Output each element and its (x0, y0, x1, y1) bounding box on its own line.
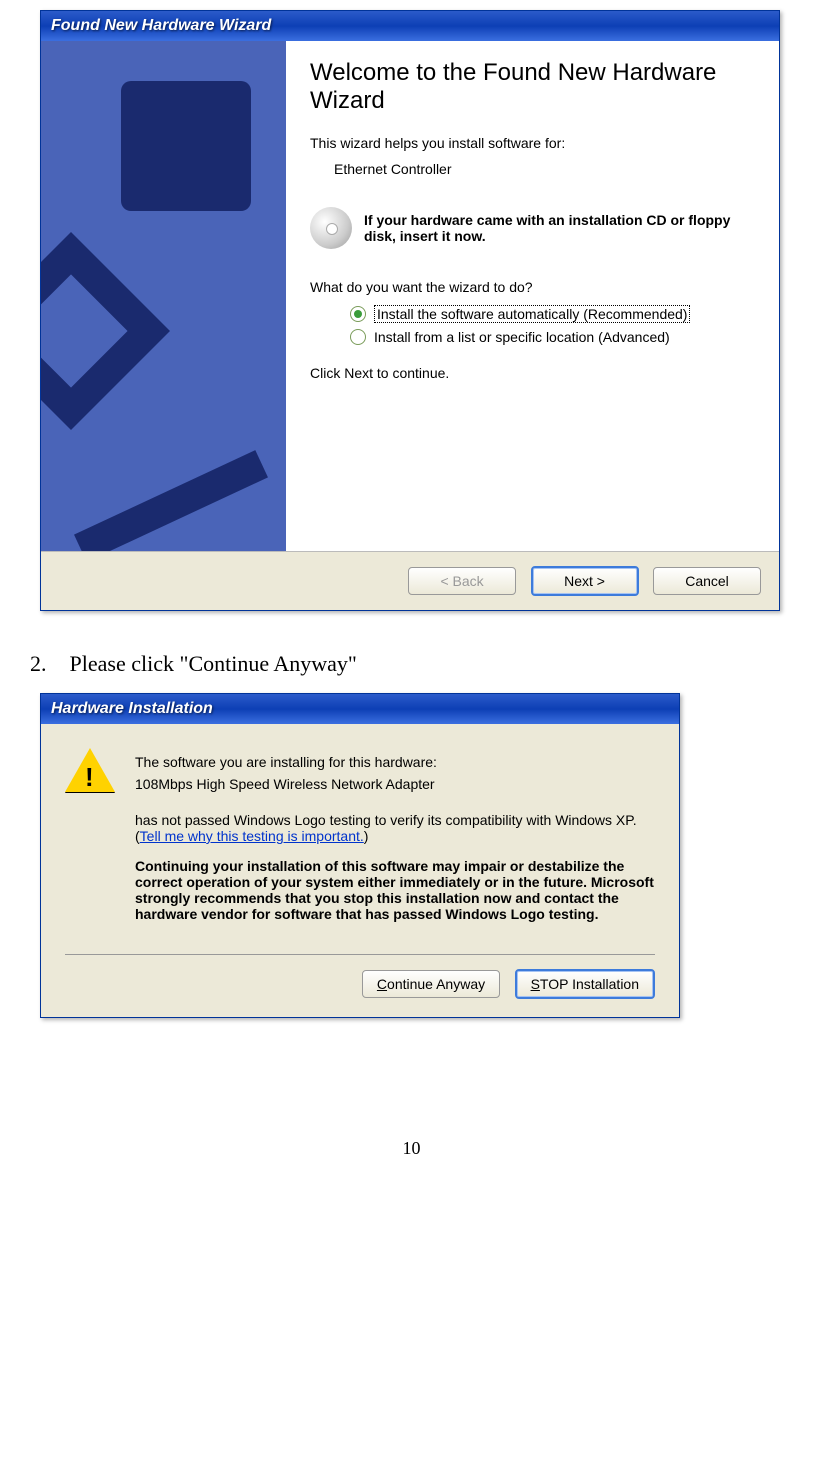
radio-group: Install the software automatically (Reco… (350, 305, 755, 345)
step2-text: Please click "Continue Anyway" (70, 651, 357, 676)
stop-installation-button[interactable]: STOP Installation (515, 969, 655, 999)
install-button-bar: Continue Anyway STOP Installation (65, 954, 655, 1017)
why-testing-link[interactable]: Tell me why this testing is important. (140, 828, 364, 844)
dialog2-title: Hardware Installation (51, 700, 213, 717)
radio-option-list[interactable]: Install from a list or specific location… (350, 329, 755, 345)
wizard-body: Welcome to the Found New Hardware Wizard… (41, 41, 779, 551)
page-number: 10 (40, 1138, 783, 1179)
dialog1-title: Found New Hardware Wizard (51, 17, 271, 34)
warning-icon (65, 748, 115, 798)
radio-icon (350, 329, 366, 345)
compat-text-b: ) (364, 828, 369, 844)
wizard-intro: This wizard helps you install software f… (310, 135, 755, 151)
cd-icon (310, 207, 352, 249)
back-button[interactable]: < Back (408, 567, 516, 595)
cancel-button[interactable]: Cancel (653, 567, 761, 595)
dialog2-titlebar[interactable]: Hardware Installation (41, 694, 679, 724)
cd-prompt-row: If your hardware came with an installati… (310, 207, 755, 249)
continue-hint: Click Next to continue. (310, 365, 755, 381)
wizard-question: What do you want the wizard to do? (310, 279, 755, 295)
dialog1-titlebar[interactable]: Found New Hardware Wizard (41, 11, 779, 41)
cd-prompt-text: If your hardware came with an installati… (364, 212, 755, 244)
found-new-hardware-dialog: Found New Hardware Wizard Welcome to the… (40, 10, 780, 611)
step2-number: 2. (30, 651, 64, 677)
radio-option-auto[interactable]: Install the software automatically (Reco… (350, 305, 755, 323)
install-compat-text: has not passed Windows Logo testing to v… (135, 812, 655, 844)
install-text: The software you are installing for this… (135, 748, 655, 928)
install-warning: Continuing your installation of this sof… (135, 858, 655, 922)
wizard-sidebar-graphic (41, 41, 286, 551)
step2-instruction: 2. Please click "Continue Anyway" (30, 651, 783, 677)
radio-option2-label: Install from a list or specific location… (374, 329, 670, 345)
radio-icon (350, 306, 366, 322)
install-line1: The software you are installing for this… (135, 754, 655, 770)
wizard-heading: Welcome to the Found New Hardware Wizard (310, 59, 755, 115)
wizard-content: Welcome to the Found New Hardware Wizard… (286, 41, 779, 551)
next-button[interactable]: Next > (531, 566, 639, 596)
device-name: Ethernet Controller (334, 161, 755, 177)
install-body: The software you are installing for this… (41, 724, 679, 1017)
install-device: 108Mbps High Speed Wireless Network Adap… (135, 776, 655, 792)
continue-anyway-button[interactable]: Continue Anyway (362, 970, 500, 998)
hardware-installation-dialog: Hardware Installation The software you a… (40, 693, 680, 1018)
wizard-button-bar: < Back Next > Cancel (41, 551, 779, 610)
install-row: The software you are installing for this… (65, 748, 655, 928)
radio-option1-label: Install the software automatically (Reco… (374, 305, 690, 323)
